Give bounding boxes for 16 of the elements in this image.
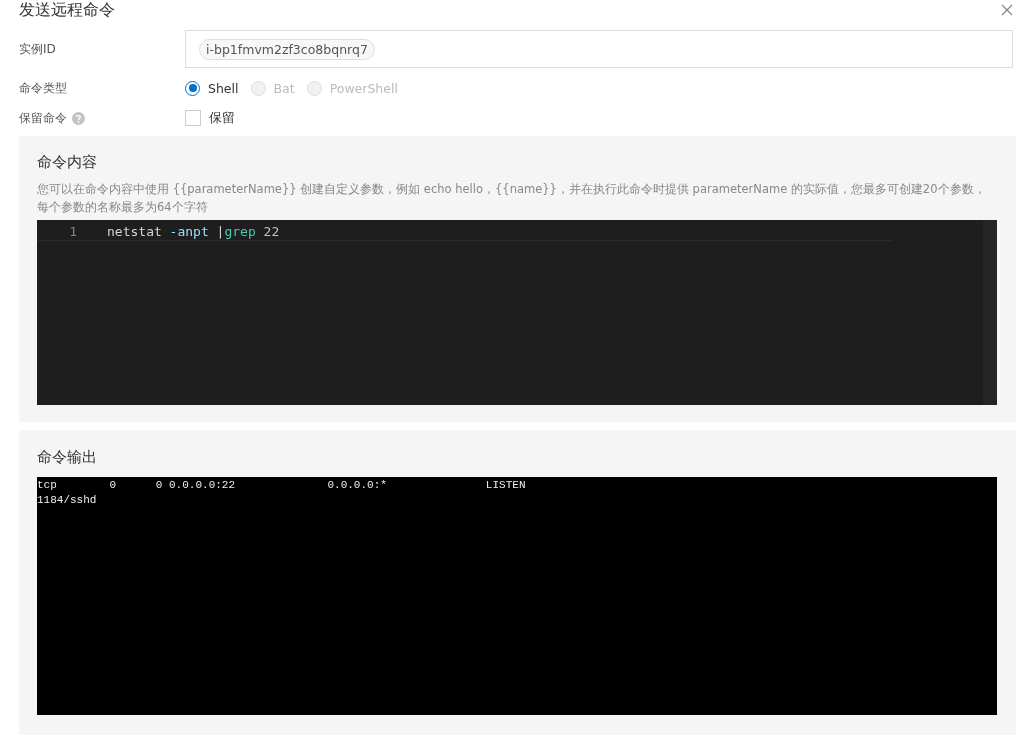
line-number: 1 [68,223,78,239]
terminal-output: tcp 0 0 0.0.0.0:22 0.0.0.0:* LISTEN 1184/sshd [37,477,997,715]
dialog-title: 发送远程命令 [19,0,115,21]
field-label: 实例ID [19,40,56,58]
instance-tag: i-bp1fmvm2zf3co8bqnrq7 [199,38,375,60]
hint-text: 您可以在命令内容中使用 {{parameterName}} 创建自定义参数，例如 echo hello，{{name}}，并在执行此命令时提供 parameterName 的实际值，您最多可创建20个参数，每个参数的名称最多为64个字符 [37,181,987,216]
code-editor[interactable]: 1 netstat -anpt |grep 22 [37,220,997,405]
code-line: netstat -anpt |grep 22 [107,223,280,239]
instance-field[interactable]: i-bp1fmvm2zf3co8bqnrq7 [185,30,1013,68]
field-label: 保留命令 [19,109,67,127]
radio-option[interactable]: Shell [185,80,239,96]
section-title: 命令输出 [37,448,98,467]
field-label: 命令类型 [19,79,67,97]
section-title: 命令内容 [37,153,98,172]
keep-checkbox[interactable]: 保留 [185,109,235,127]
close-button[interactable] [1000,3,1014,17]
